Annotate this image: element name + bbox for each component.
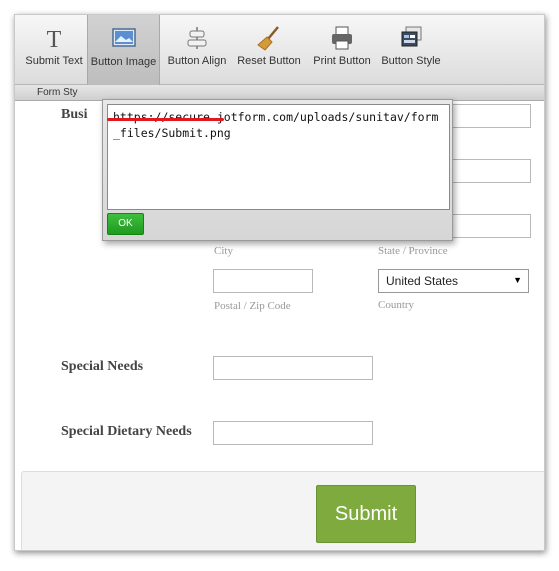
align-icon — [187, 27, 207, 49]
submit-text-label: Submit Text — [25, 55, 83, 67]
button-align-label: Button Align — [167, 55, 227, 67]
state-label: State / Province — [378, 245, 448, 257]
city-label: City — [214, 245, 233, 257]
chevron-down-icon: ▼ — [513, 275, 522, 285]
button-image-label: Button Image — [90, 56, 157, 68]
letter-t-icon: T — [47, 27, 62, 51]
form-style-tab-label: Form Sty — [37, 87, 78, 98]
print-button-label: Print Button — [313, 55, 371, 67]
postal-label: Postal / Zip Code — [214, 300, 291, 312]
submit-button[interactable]: Submit — [316, 485, 416, 543]
broom-icon — [257, 26, 279, 51]
country-select[interactable]: United States ▼ — [378, 269, 529, 293]
button-style-label: Button Style — [381, 55, 441, 67]
toolbar: T Submit Text Button Image Button Align — [15, 15, 544, 85]
submit-text-button[interactable]: T Submit Text — [19, 15, 89, 85]
ok-button[interactable]: OK — [107, 213, 144, 235]
business-label: Busi — [61, 107, 88, 122]
print-button-button[interactable]: Print Button — [307, 15, 377, 85]
svg-text:T: T — [47, 27, 62, 51]
app-window: T Submit Text Button Image Button Align — [14, 14, 545, 551]
style-icon — [401, 26, 422, 47]
printer-icon — [332, 26, 352, 50]
special-dietary-label: Special Dietary Needs — [61, 424, 192, 439]
special-dietary-input[interactable] — [213, 421, 373, 445]
country-label: Country — [378, 299, 415, 311]
postal-input[interactable] — [213, 269, 313, 293]
reset-button-label: Reset Button — [237, 55, 301, 67]
annotation-underline — [107, 118, 224, 121]
special-needs-input[interactable] — [213, 356, 373, 380]
button-align-button[interactable]: Button Align — [163, 15, 231, 85]
submit-area: Submit — [21, 471, 544, 550]
button-style-button[interactable]: Button Style — [377, 15, 445, 85]
special-needs-label: Special Needs — [61, 359, 144, 374]
country-value: United States — [386, 274, 459, 288]
image-icon — [111, 28, 136, 47]
button-image-button[interactable]: Button Image — [87, 15, 160, 85]
reset-button-button[interactable]: Reset Button — [237, 15, 301, 85]
